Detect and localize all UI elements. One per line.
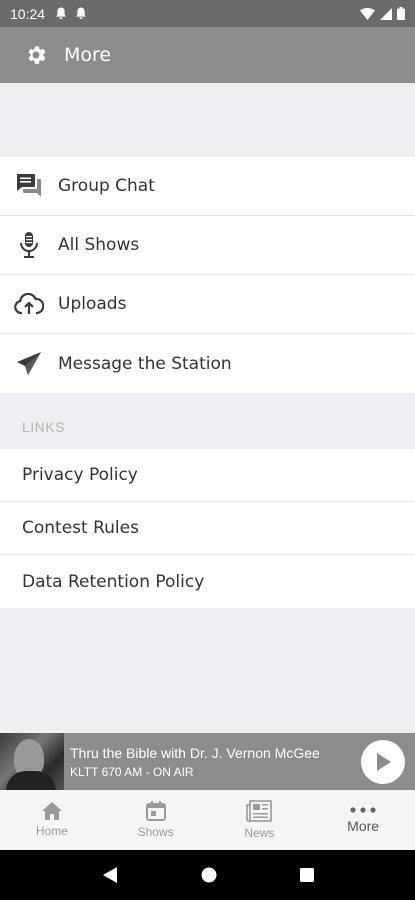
tab-label: Home <box>35 824 68 838</box>
status-time: 10:24 <box>10 5 46 22</box>
play-button[interactable] <box>361 739 405 784</box>
page-title: More <box>64 44 112 66</box>
tab-label: Shows <box>137 825 174 839</box>
menu-item-uploads[interactable]: Uploads <box>0 275 415 334</box>
now-playing-title: Thru the Bible with Dr. J. Vernon McGee <box>70 744 320 761</box>
tab-label: More <box>347 818 380 834</box>
notification-bell-icon <box>76 7 87 19</box>
gear-icon <box>28 46 46 64</box>
notification-bell-icon <box>56 7 67 19</box>
tab-home[interactable]: Home <box>0 790 104 850</box>
cloud-upload-icon <box>14 289 44 319</box>
home-icon <box>41 802 62 820</box>
menu-item-label: Message the Station <box>58 353 232 374</box>
now-playing-station: KLTT 670 AM - ON AIR <box>70 764 194 779</box>
wifi-icon <box>360 7 375 20</box>
tab-shows[interactable]: Shows <box>104 790 208 850</box>
more-dots-icon <box>350 807 376 813</box>
menu-item-all-shows[interactable]: All Shows <box>0 216 415 275</box>
battery-icon <box>397 7 405 20</box>
menu-item-label: All Shows <box>58 235 140 255</box>
menu-item-message-station[interactable]: Message the Station <box>0 334 415 393</box>
chat-icon <box>14 171 44 201</box>
menu-item-group-chat[interactable]: Group Chat <box>0 157 415 216</box>
send-icon <box>14 349 44 379</box>
menu-item-label: Uploads <box>58 294 127 314</box>
menu-list: Group Chat All Shows Uploads Message the… <box>0 157 415 393</box>
app-bar: More <box>0 27 415 83</box>
link-contest-rules[interactable]: Contest Rules <box>0 502 415 555</box>
now-playing-bar[interactable]: Thru the Bible with Dr. J. Vernon McGee … <box>0 733 415 790</box>
newspaper-icon <box>246 800 273 822</box>
link-data-retention-policy[interactable]: Data Retention Policy <box>0 555 415 608</box>
home-circle-icon[interactable] <box>201 867 217 883</box>
signal-icon <box>380 7 392 20</box>
status-bar: 10:24 <box>0 0 415 27</box>
back-icon[interactable] <box>102 866 118 884</box>
calendar-icon <box>145 801 166 821</box>
tab-news[interactable]: News <box>208 790 312 850</box>
play-icon <box>377 752 391 771</box>
tab-label: News <box>244 826 275 840</box>
link-privacy-policy[interactable]: Privacy Policy <box>0 449 415 502</box>
system-nav-bar <box>0 850 415 900</box>
links-section-header: LINKS <box>22 419 65 435</box>
tab-more[interactable]: More <box>311 790 415 850</box>
microphone-icon <box>14 230 44 260</box>
menu-item-label: Group Chat <box>58 176 155 196</box>
show-artwork <box>0 733 64 790</box>
recents-icon[interactable] <box>299 868 314 882</box>
bottom-tab-bar: Home Shows News More <box>0 790 415 850</box>
links-list: Privacy Policy Contest Rules Data Retent… <box>0 449 415 608</box>
